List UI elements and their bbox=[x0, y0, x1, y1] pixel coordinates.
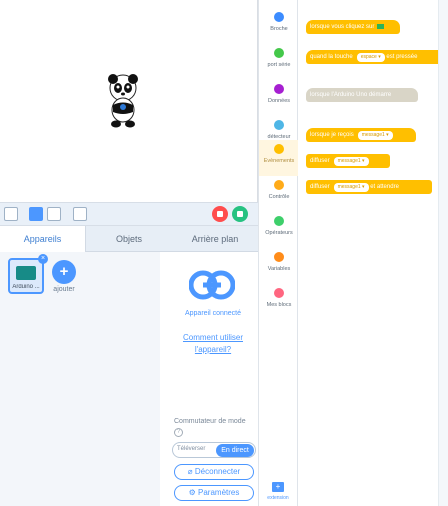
code-workspace: lorsque vous cliquez sur quand la touche… bbox=[298, 0, 448, 506]
tab-objets[interactable]: Objets bbox=[86, 226, 172, 252]
go-button[interactable] bbox=[232, 206, 248, 222]
gear-icon: ⚙ bbox=[188, 488, 199, 497]
device-card-arduino[interactable]: Arduino ... bbox=[8, 258, 44, 294]
unlink-icon: ⌀ bbox=[187, 467, 195, 476]
link-icon bbox=[189, 270, 235, 300]
stage bbox=[0, 0, 258, 202]
category-variables[interactable]: Variables bbox=[259, 248, 299, 284]
tab-appareils[interactable]: Appareils bbox=[0, 226, 86, 252]
device-info: Appareil connecté Comment utiliser l'app… bbox=[168, 252, 258, 506]
message-dropdown[interactable]: message1 ▾ bbox=[333, 157, 369, 166]
large-stage-icon[interactable] bbox=[47, 207, 61, 221]
broadcast-block[interactable]: diffuser message1 ▾ bbox=[306, 154, 390, 168]
live-mode-option[interactable]: En direct bbox=[216, 444, 254, 457]
upload-mode-option[interactable]: Téléverser bbox=[177, 446, 205, 452]
help-link[interactable]: Comment utiliser l'appareil? bbox=[168, 332, 258, 356]
category-controle[interactable]: Contrôle bbox=[259, 176, 299, 212]
category-port-serie[interactable]: port série bbox=[259, 44, 299, 80]
category-broche[interactable]: Broche bbox=[259, 8, 299, 44]
when-receive-block[interactable]: lorsque je reçois message1 ▾ bbox=[306, 128, 416, 142]
arduino-board-icon bbox=[16, 266, 36, 280]
extension-button[interactable]: + extension bbox=[258, 474, 298, 506]
code-area-scrollbar[interactable] bbox=[438, 0, 448, 506]
category-donnees[interactable]: Données bbox=[259, 80, 299, 116]
broadcast-and-wait-block[interactable]: diffuser message1 ▾ et attendre bbox=[306, 180, 432, 194]
category-evenements[interactable]: Evènements bbox=[259, 140, 299, 176]
when-clicked-block[interactable]: lorsque vous cliquez sur bbox=[306, 20, 400, 34]
device-panel: Arduino ... × + ajouter Appareil connect… bbox=[0, 252, 258, 506]
device-list: Arduino ... × + ajouter bbox=[0, 252, 160, 506]
device-label: Arduino ... bbox=[12, 284, 40, 290]
when-arduino-starts-block[interactable]: lorsque l'Arduino Uno démarre bbox=[306, 88, 418, 102]
key-dropdown[interactable]: espace ▾ bbox=[356, 53, 385, 62]
help-icon[interactable]: ? bbox=[174, 428, 183, 437]
category-mes-blocs[interactable]: Mes blocs bbox=[259, 284, 299, 320]
stop-button[interactable] bbox=[212, 206, 228, 222]
small-stage-icon[interactable] bbox=[29, 207, 43, 221]
category-operateurs[interactable]: Opérateurs bbox=[259, 212, 299, 248]
add-device-button[interactable]: + bbox=[52, 260, 76, 284]
grid-icon[interactable] bbox=[73, 207, 87, 221]
green-flag-icon bbox=[377, 23, 385, 29]
connected-label: Appareil connecté bbox=[184, 310, 242, 317]
mode-switch-label: Commutateur de mode bbox=[174, 418, 246, 425]
sprite-tabs: Appareils Objets Arrière plan bbox=[0, 226, 258, 252]
message-dropdown[interactable]: message1 ▾ bbox=[357, 131, 393, 140]
block-categories: Broche port série Données détecteur Evèn… bbox=[258, 0, 299, 506]
message-dropdown[interactable]: message1 ▾ bbox=[333, 183, 369, 192]
plus-icon: + bbox=[272, 482, 284, 492]
tab-arriere-plan[interactable]: Arrière plan bbox=[172, 226, 258, 252]
add-device-label: ajouter bbox=[53, 286, 75, 293]
mode-toggle[interactable]: Téléverser En direct bbox=[172, 442, 256, 458]
fullscreen-icon[interactable] bbox=[4, 207, 18, 221]
remove-device-icon[interactable]: × bbox=[38, 254, 48, 264]
when-key-block[interactable]: quand la touche espace ▾ est pressée bbox=[306, 50, 446, 64]
settings-button[interactable]: ⚙ Paramètres bbox=[174, 485, 254, 501]
stage-toolbar bbox=[0, 202, 258, 226]
disconnect-button[interactable]: ⌀ Déconnecter bbox=[174, 464, 254, 480]
panda-sprite[interactable] bbox=[106, 72, 140, 128]
